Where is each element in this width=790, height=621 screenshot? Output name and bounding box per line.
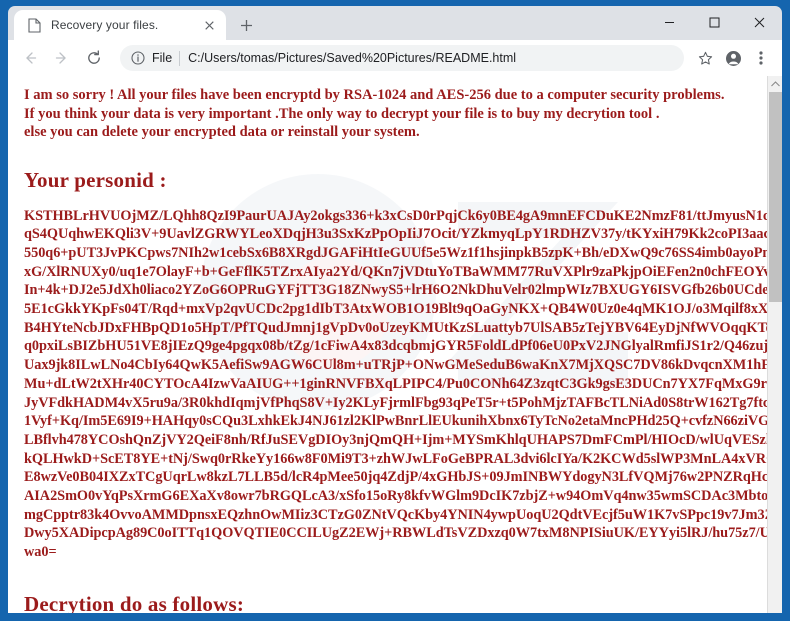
three-dot-menu-icon[interactable] xyxy=(748,45,774,71)
scrollbar-thumb[interactable] xyxy=(769,92,782,302)
personid-line: 550q6+pUT3JvPKCpws7NIh2w1cebSx6B8XRgdJGA… xyxy=(24,244,767,261)
info-circle-icon[interactable] xyxy=(130,50,146,66)
personid-line: kQLHwkD+ScET8YE+tNj/Swq0rRkeYy166w8F0Mi9… xyxy=(24,450,767,467)
personid-line: wa0= xyxy=(24,544,57,561)
personid-line: AIA2SmO0vYqPsXrmG6EXaXv8owr7bRGQLcA3/xSf… xyxy=(24,488,767,505)
plus-icon[interactable] xyxy=(232,11,260,39)
personid-line: 5E1cGkkYKpFs04T/Rqd+mxVp2qvUCDc2pg1dIbT3… xyxy=(24,301,767,318)
personid-line: KSTHBLrHVUOjMZ/LQhh8QzI9PaurUAJAy2okgs33… xyxy=(24,207,767,224)
intro-line: If you think your data is very important… xyxy=(24,105,660,122)
window-close-icon[interactable] xyxy=(737,6,782,38)
tab-title: Recovery your files. xyxy=(51,18,159,32)
document-icon xyxy=(26,17,42,33)
personid-line: JyVFdkHADM4vX5ru9a/3R0khdIqmjVfPhqS8V+Iy… xyxy=(24,394,767,411)
ransom-note-document: I am so sorry ! All your files have been… xyxy=(8,76,767,613)
personid-key-block: KSTHBLrHVUOjMZ/LQhh8QzI9PaurUAJAy2okgs33… xyxy=(24,207,767,562)
scroll-up-arrow-icon[interactable] xyxy=(768,76,782,91)
url-text: C:/Users/tomas/Pictures/Saved%20Pictures… xyxy=(188,51,517,65)
personid-line: q0pxiLsBIZbHU51VE8jIEzQ9ge4pgqx08b/tZg/1… xyxy=(24,338,767,355)
personid-heading: Your personid : xyxy=(24,167,167,192)
window-controls xyxy=(647,6,782,38)
page-viewport: I am so sorry ! All your files have been… xyxy=(8,76,782,613)
personid-line: Uax9jk8ILwLNo4CbIy64QwK5AefiSw9AGW6CUl8m… xyxy=(24,357,767,374)
close-icon[interactable] xyxy=(201,17,218,34)
personid-line: LBflvh478YCOshQnZjVY2QeiF8nh/RfJuSEVgDIO… xyxy=(24,431,767,448)
intro-paragraph: I am so sorry ! All your files have been… xyxy=(24,86,757,142)
personid-line: In+4k+DJ2e5JdXh0liaco2YZoG6OPRuGYFjTT3G1… xyxy=(24,282,767,299)
page-scrollbar[interactable] xyxy=(767,76,782,613)
browser-toolbar: File C:/Users/tomas/Pictures/Saved%20Pic… xyxy=(8,40,782,76)
reload-icon[interactable] xyxy=(80,44,108,72)
star-icon[interactable] xyxy=(692,45,718,71)
profile-avatar-icon[interactable] xyxy=(720,45,746,71)
personid-line: E8wzVe0B04IXZxTCgUqrLw8kzL7LLB5d/lcR4pMe… xyxy=(24,469,767,486)
personid-line: 1Vyf+Kq/Im5E69I9+HAHqy0sCQu3LxhkEkJ4NJ61… xyxy=(24,413,767,430)
personid-line: Mu+dLtW2tXHr40CYTOcA4IzwVaAIUG++1ginRNVF… xyxy=(24,375,767,392)
browser-window: Recovery your files. File C:/Users/tomas… xyxy=(0,0,790,621)
decryption-heading: Decrytion do as follows: xyxy=(24,591,245,613)
maximize-icon[interactable] xyxy=(692,6,737,38)
forward-arrow-icon[interactable] xyxy=(48,44,76,72)
personid-line: B4HYteNcbJDxFHBpQD1o5HpT/PfTQudJmnj1gVpD… xyxy=(24,319,767,336)
personid-line: qS4QUqhwEKQli3V+9UavlZGRWYLeoXDqjH3u3SxK… xyxy=(24,226,767,243)
scrollbar-track[interactable] xyxy=(768,302,782,613)
url-scheme-label: File xyxy=(152,51,173,65)
intro-line: else you can delete your encrypted data … xyxy=(24,124,420,140)
personid-line: mgCpptr83k4OvvoAMMDpnsxEQzhnOwMIiz3CTzG0… xyxy=(24,506,767,523)
intro-line: I am so sorry ! All your files have been… xyxy=(24,87,725,103)
omnibox-divider xyxy=(179,50,181,66)
back-arrow-icon[interactable] xyxy=(16,44,44,72)
browser-tab-recovery-your-files[interactable]: Recovery your files. xyxy=(14,10,226,40)
minimize-icon[interactable] xyxy=(647,6,692,38)
personid-line: xG/XlRNUXy0/uq1e7OlayF+b+GeFflK5TZrxAIya… xyxy=(24,263,767,280)
personid-line: Dwy5XADipcpAg89C0oITTq1QOVQTIE0CCILUgZ2E… xyxy=(24,525,767,542)
address-bar[interactable]: File C:/Users/tomas/Pictures/Saved%20Pic… xyxy=(120,45,684,71)
